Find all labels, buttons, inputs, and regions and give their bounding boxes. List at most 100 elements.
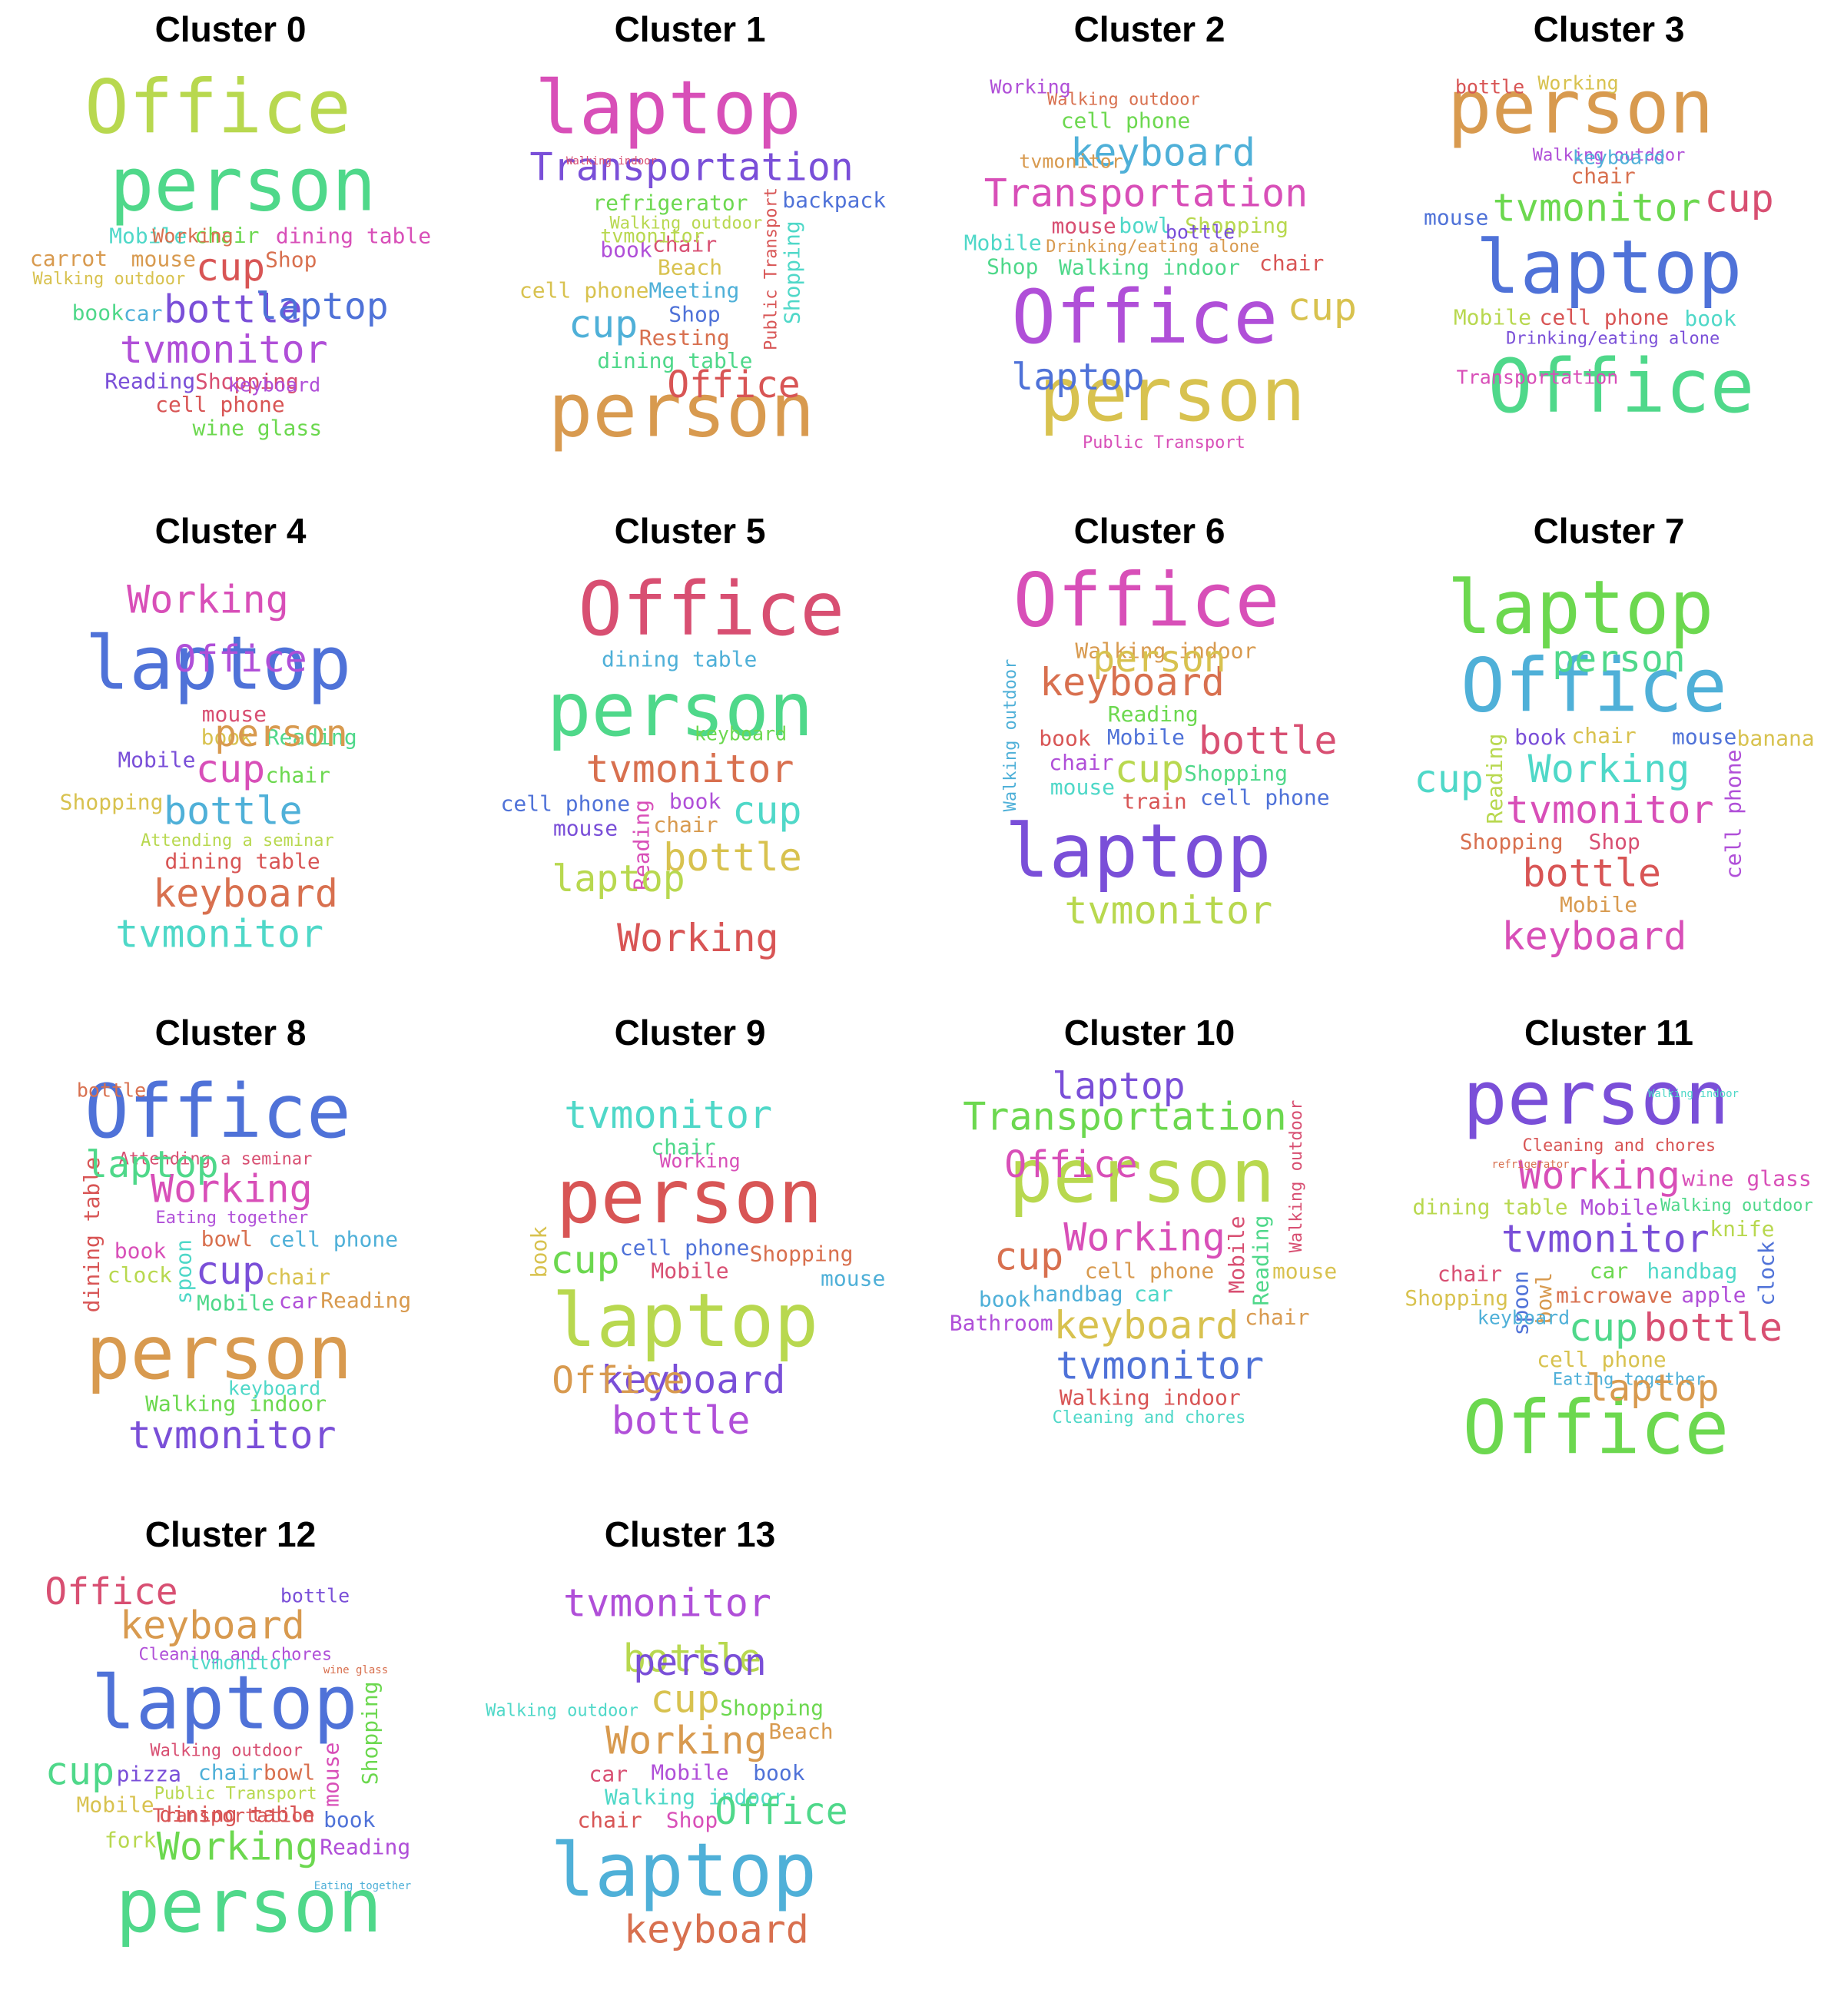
cluster-panel-9: Cluster 9 Mobile laptop cell phone person cup… — [475, 1010, 905, 1471]
cluster-panel-4: Cluster 4 cup book bottle mouse Attending a s… — [15, 508, 446, 969]
word-chair: chair — [577, 1807, 642, 1832]
word-mouse: mouse — [821, 1266, 885, 1292]
word-reading: Reading — [320, 1288, 411, 1313]
word-laptop: laptop — [552, 857, 685, 900]
word-keyboard: keyboard — [695, 723, 787, 745]
word-chair: chair — [653, 812, 718, 837]
word-meeting: Meeting — [648, 277, 739, 303]
word-reading: Reading — [1249, 1215, 1274, 1306]
word-office: Office — [1013, 557, 1280, 643]
word-mobile: Mobile — [1580, 1195, 1658, 1220]
word-cup: cup — [1115, 747, 1184, 791]
word-mobile: Mobile — [651, 1760, 728, 1786]
word-mouse: mouse — [131, 247, 196, 272]
word-person: person — [110, 141, 376, 227]
word-tvmonitor: tvmonitor — [563, 1580, 771, 1625]
word-cell-phone: cell phone — [1721, 750, 1746, 880]
word-apple: apple — [1681, 1282, 1746, 1308]
word-person: person — [1552, 638, 1685, 681]
word-book: book — [526, 1226, 552, 1278]
word-chair: chair — [266, 762, 330, 788]
word-wine-glass: wine glass — [1682, 1166, 1812, 1191]
word-walking-indoor: Walking indoor — [566, 155, 657, 167]
word-attending-a-seminar: Attending a seminar — [141, 831, 334, 850]
word-shopping: Shopping — [357, 1681, 383, 1785]
word-cell-phone: cell phone — [269, 1227, 399, 1252]
word-handbag: handbag — [1033, 1281, 1123, 1306]
word-shop: Shop — [987, 254, 1038, 280]
word-carrot: carrot — [30, 246, 108, 271]
word-mouse: mouse — [1672, 724, 1736, 749]
word-mouse: mouse — [1424, 204, 1488, 230]
word-mobile: Mobile — [1454, 305, 1531, 330]
word-eating-together: Eating together — [156, 1209, 309, 1228]
word-chair: chair — [266, 1264, 330, 1289]
word-spoon: spoon — [171, 1239, 197, 1304]
word-cloud: MobileWorkingWalking indoorShopcuplaptop… — [486, 1580, 848, 1951]
word-tvmonitor: tvmonitor — [586, 747, 794, 791]
word-cloud: chairWalking outdoorPublic Transportlapt… — [45, 1570, 411, 1949]
word-book: book — [323, 1807, 376, 1832]
word-shop: Shop — [668, 302, 720, 327]
word-cell-phone: cell phone — [1085, 1258, 1215, 1284]
word-beach: Beach — [658, 255, 722, 280]
cluster-panel-3: Cluster 3 laptop cell phone tvmonitor Drinki… — [1394, 6, 1824, 467]
word-working: Working — [1528, 747, 1690, 791]
word-dining-table: dining table — [276, 224, 431, 249]
word-office: Office — [174, 638, 307, 681]
word-cup: cup — [45, 1749, 114, 1793]
word-bowl: bowl — [201, 1226, 253, 1252]
word-tvmonitor: tvmonitor — [128, 1413, 337, 1457]
word-person: person — [116, 1863, 383, 1949]
word-book: book — [1514, 724, 1567, 750]
word-cup: cup — [550, 1238, 619, 1282]
word-transportation: Transportation — [984, 171, 1308, 215]
cluster-panel-5: Cluster 5 tvmonitor person book chair cup Read… — [475, 508, 905, 969]
word-mouse: mouse — [1051, 214, 1116, 239]
word-laptop: laptop — [1586, 1367, 1719, 1410]
word-laptop: laptop — [255, 285, 388, 328]
word-car: car — [124, 301, 163, 327]
word-car: car — [589, 1761, 628, 1786]
word-cell-phone: cell phone — [519, 278, 649, 303]
word-mobile: Mobile — [118, 747, 195, 772]
word-chair: chair — [1438, 1262, 1502, 1287]
word-dining-table: dining table — [164, 848, 320, 874]
word-walking-indoor: Walking indoor — [1060, 1385, 1241, 1411]
word-book: book — [72, 300, 124, 325]
word-office: Office — [552, 1359, 685, 1402]
word-cloud: cell phonecarWorkingkeyboardhandbagMobil… — [950, 1065, 1337, 1427]
word-handbag: handbag — [1647, 1258, 1737, 1284]
word-transportation: Transportation — [153, 1805, 315, 1827]
cluster-panel-2: Cluster 2 Walking indoor Office Drinking/ea… — [934, 6, 1365, 467]
word-office: Office — [1004, 1143, 1137, 1186]
cluster-panel-13: Cluster 13 Mobile Working Walking indoor Sho… — [475, 1511, 905, 1972]
word-keyboard: keyboard — [1478, 1307, 1570, 1329]
cluster-panel-0: Cluster 0 cup chair bottle Shop person tvmonit… — [15, 6, 446, 467]
word-shopping: Shopping — [750, 1242, 854, 1267]
word-walking-outdoor: Walking outdoor — [1660, 1196, 1813, 1215]
word-book: book — [1039, 726, 1091, 751]
cluster-panel-10: Cluster 10 cell phone car Working keyboard ha… — [934, 1010, 1365, 1471]
word-reading: Reading — [1108, 701, 1199, 727]
word-mobile: Mobile — [77, 1792, 154, 1817]
cluster-panel-7: Cluster 7 Working tvmonitor chair Office Shop… — [1394, 508, 1824, 969]
word-laptop: laptop — [552, 1278, 818, 1364]
word-cell-phone: cell phone — [1540, 305, 1670, 330]
cluster-panel-8: Cluster 8 cup bowl Mobile Eating together per… — [15, 1010, 446, 1471]
word-beach: Beach — [768, 1719, 833, 1744]
word-cloud: Mobilelaptopcell phonepersoncupkeyboardS… — [526, 1093, 885, 1443]
word-public-transport: Public Transport — [154, 1785, 317, 1804]
word-cloud: WorkingtvmonitorchairOfficeShopReading mo… — [1415, 565, 1815, 959]
word-tvmonitor: tvmonitor — [188, 1652, 292, 1674]
word-bottle: bottle — [612, 1398, 751, 1443]
word-person: person — [1093, 638, 1225, 681]
word-tvmonitor: tvmonitor — [600, 225, 704, 247]
word-keyboard: keyboard — [1573, 147, 1665, 169]
word-mouse: mouse — [318, 1742, 343, 1807]
word-wine-glass: wine glass — [193, 415, 323, 440]
word-bottle: bottle — [77, 1079, 146, 1102]
word-knife: knife — [1710, 1216, 1774, 1242]
word-refrigerator: refrigerator — [592, 191, 748, 216]
word-reading: Reading — [320, 1835, 410, 1860]
